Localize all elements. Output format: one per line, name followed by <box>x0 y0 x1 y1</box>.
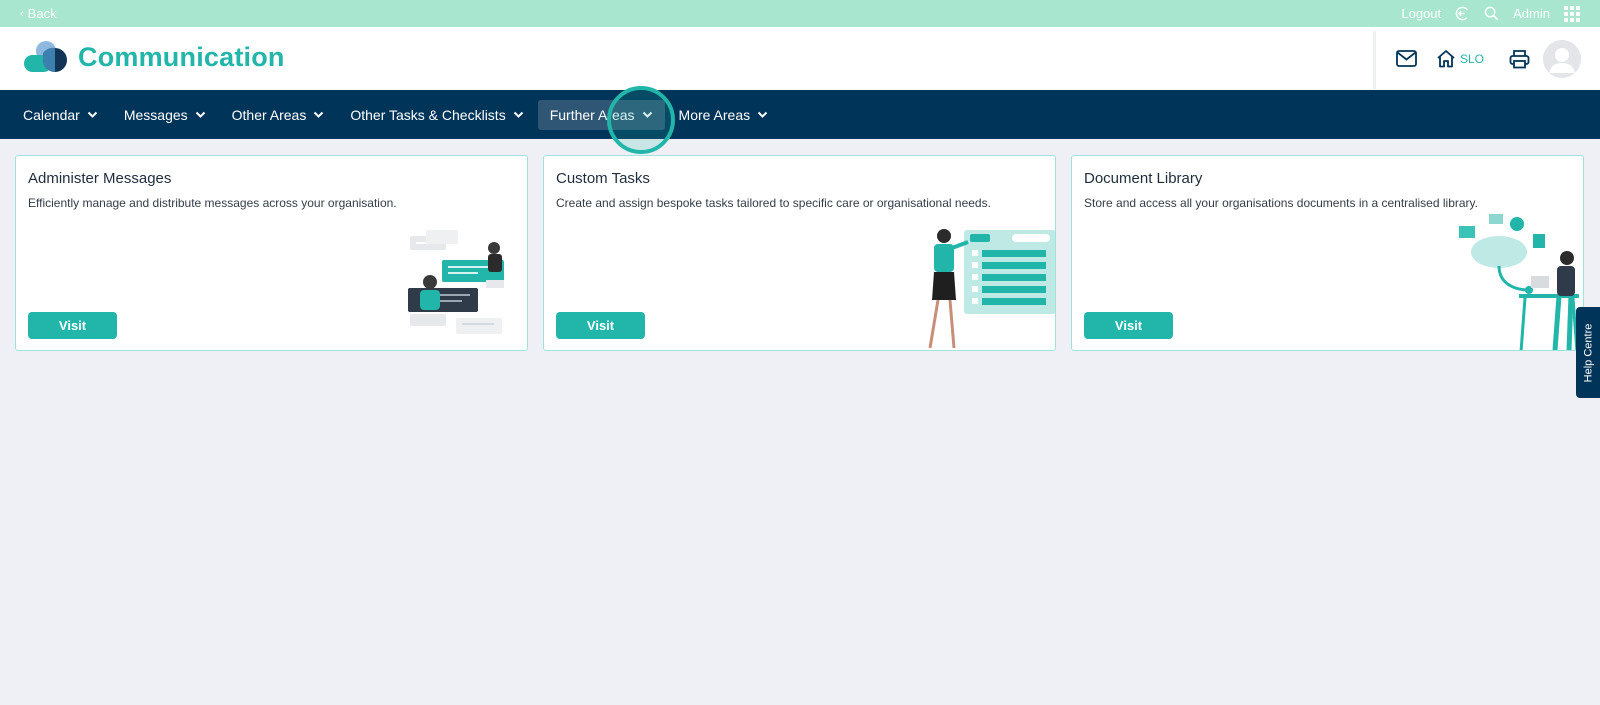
nav-item-other-tasks-checklists[interactable]: Other Tasks & Checklists <box>338 100 535 130</box>
card-description: Create and assign bespoke tasks tailored… <box>556 196 991 210</box>
back-link[interactable]: ‹ Back <box>20 6 57 21</box>
main-nav: Calendar Messages Other Areas Other Task… <box>0 90 1600 139</box>
card-title: Document Library <box>1084 170 1203 187</box>
card-administer-messages: Administer Messages Efficiently manage a… <box>15 155 528 351</box>
print-button[interactable] <box>1509 49 1530 69</box>
nav-item-label: Further Areas <box>549 106 635 123</box>
chevron-down-icon <box>513 111 524 119</box>
chevron-down-icon <box>87 111 98 119</box>
chevron-down-icon <box>195 111 206 119</box>
card-title: Custom Tasks <box>556 170 650 187</box>
brand[interactable]: Communication <box>22 39 285 75</box>
logout-icon[interactable] <box>1455 6 1470 21</box>
printer-icon <box>1509 49 1530 68</box>
mail-button[interactable] <box>1396 50 1417 67</box>
header-actions: SLO <box>1396 27 1582 90</box>
apps-grid-icon[interactable] <box>1564 5 1580 22</box>
user-avatar-icon <box>1543 39 1582 78</box>
nav-item-further-areas[interactable]: Further Areas <box>537 99 665 130</box>
card-description: Store and access all your organisations … <box>1084 196 1478 210</box>
logout-link[interactable]: Logout <box>1401 6 1441 21</box>
back-label: Back <box>27 6 57 21</box>
messaging-illustration <box>408 230 504 334</box>
card-document-library: Document Library Store and access all yo… <box>1071 155 1584 351</box>
chevron-down-icon <box>313 111 324 119</box>
card-description: Efficiently manage and distribute messag… <box>28 196 397 210</box>
help-centre-tab[interactable]: Help Centre <box>1576 307 1600 398</box>
nav-item-label: Messages <box>123 106 188 123</box>
nav-item-messages[interactable]: Messages <box>112 100 218 130</box>
top-bar-actions: Logout Admin <box>1387 5 1580 22</box>
home-icon <box>1437 50 1455 68</box>
chevron-down-icon <box>642 111 653 119</box>
task-board-illustration <box>928 229 1055 349</box>
help-centre-label: Help Centre <box>1582 323 1595 382</box>
top-bar: ‹ Back Logout Admin <box>0 0 1600 27</box>
app-logo <box>24 41 67 72</box>
home-label: SLO <box>1460 51 1485 66</box>
app-header: Communication SLO <box>0 27 1600 90</box>
nav-item-label: More Areas <box>678 106 751 123</box>
user-name[interactable]: Admin <box>1513 6 1550 21</box>
visit-button[interactable]: Visit <box>1084 312 1173 339</box>
nav-item-other-areas[interactable]: Other Areas <box>220 100 337 130</box>
nav-item-label: Other Areas <box>231 106 307 123</box>
card-custom-tasks: Custom Tasks Create and assign bespoke t… <box>543 155 1056 351</box>
visit-button[interactable]: Visit <box>556 312 645 339</box>
search-icon[interactable] <box>1484 6 1499 21</box>
chevron-left-icon: ‹ <box>20 7 24 20</box>
visit-button[interactable]: Visit <box>28 312 117 339</box>
user-avatar[interactable] <box>1543 39 1582 78</box>
card-title: Administer Messages <box>28 170 172 187</box>
nav-item-label: Calendar <box>23 106 80 123</box>
page-title: Communication <box>78 41 285 72</box>
home-button[interactable]: SLO <box>1436 49 1484 68</box>
header-divider <box>1373 31 1376 89</box>
chevron-down-icon <box>757 111 768 119</box>
nav-item-calendar[interactable]: Calendar <box>11 100 110 130</box>
mail-icon <box>1396 50 1417 67</box>
nav-item-label: Other Tasks & Checklists <box>350 106 506 123</box>
nav-item-more-areas[interactable]: More Areas <box>667 100 781 130</box>
document-cloud-illustration <box>1459 214 1579 350</box>
